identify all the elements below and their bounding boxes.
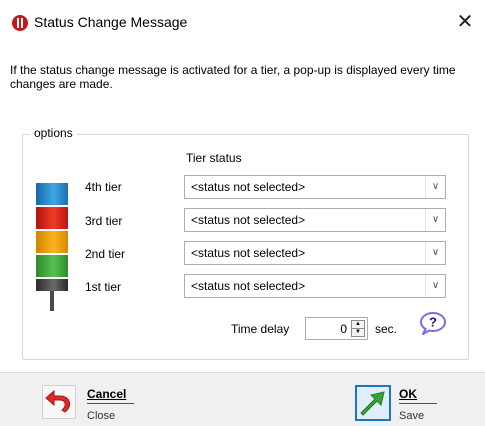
cancel-separator <box>87 403 134 404</box>
tower-tier-4 <box>36 183 68 205</box>
app-logo-icon <box>12 15 28 31</box>
tier-2-status-value: <status not selected> <box>191 246 306 260</box>
tier-4-status-select[interactable]: <status not selected> ∨ <box>184 175 446 199</box>
tier-4-status-value: <status not selected> <box>191 180 306 194</box>
tower-base <box>36 279 68 291</box>
tower-tier-2 <box>36 231 68 253</box>
tier-1-status-value: <status not selected> <box>191 279 306 293</box>
tier-status-header: Tier status <box>186 151 242 165</box>
description-text: If the status change message is activate… <box>10 63 456 91</box>
cancel-subtitle: Close <box>87 410 116 422</box>
tier-2-label: 2nd tier <box>85 247 126 261</box>
tower-tier-3 <box>36 207 68 229</box>
chevron-down-icon[interactable]: ∨ <box>425 209 445 231</box>
window-title: Status Change Message <box>34 14 188 30</box>
ok-button[interactable]: OK <box>399 387 417 401</box>
time-delay-value[interactable]: 0 <box>340 322 347 336</box>
help-glyph: ? <box>429 315 437 330</box>
help-icon[interactable]: ? <box>418 311 448 335</box>
tier-2-status-select[interactable]: <status not selected> ∨ <box>184 241 446 265</box>
spin-up-icon[interactable]: ▲ <box>352 321 364 328</box>
spin-down-icon[interactable]: ▼ <box>352 328 364 336</box>
tier-4-label: 4th tier <box>85 180 122 194</box>
tower-pole <box>50 291 54 311</box>
title-bar: Status Change Message ✕ <box>0 0 485 48</box>
tier-3-status-select[interactable]: <status not selected> ∨ <box>184 208 446 232</box>
time-delay-unit: sec. <box>375 322 398 336</box>
chevron-down-icon[interactable]: ∨ <box>425 176 445 198</box>
check-arrow-icon[interactable] <box>355 385 391 421</box>
cancel-button[interactable]: Cancel <box>87 387 126 401</box>
ok-subtitle: Save <box>399 410 425 422</box>
tier-1-label: 1st tier <box>85 280 122 294</box>
tier-3-label: 3rd tier <box>85 214 123 228</box>
undo-arrow-icon[interactable] <box>42 385 76 419</box>
tier-1-status-select[interactable]: <status not selected> ∨ <box>184 274 446 298</box>
tier-3-status-value: <status not selected> <box>191 213 306 227</box>
tower-tier-1 <box>36 255 68 277</box>
time-delay-spinner[interactable]: 0 ▲ ▼ <box>305 317 368 340</box>
ok-separator <box>399 403 437 404</box>
chevron-down-icon[interactable]: ∨ <box>425 275 445 297</box>
options-group-label: options <box>30 126 77 140</box>
time-delay-label: Time delay <box>231 322 290 336</box>
close-button[interactable]: ✕ <box>452 9 478 35</box>
spinner-buttons: ▲ ▼ <box>351 320 365 337</box>
chevron-down-icon[interactable]: ∨ <box>425 242 445 264</box>
